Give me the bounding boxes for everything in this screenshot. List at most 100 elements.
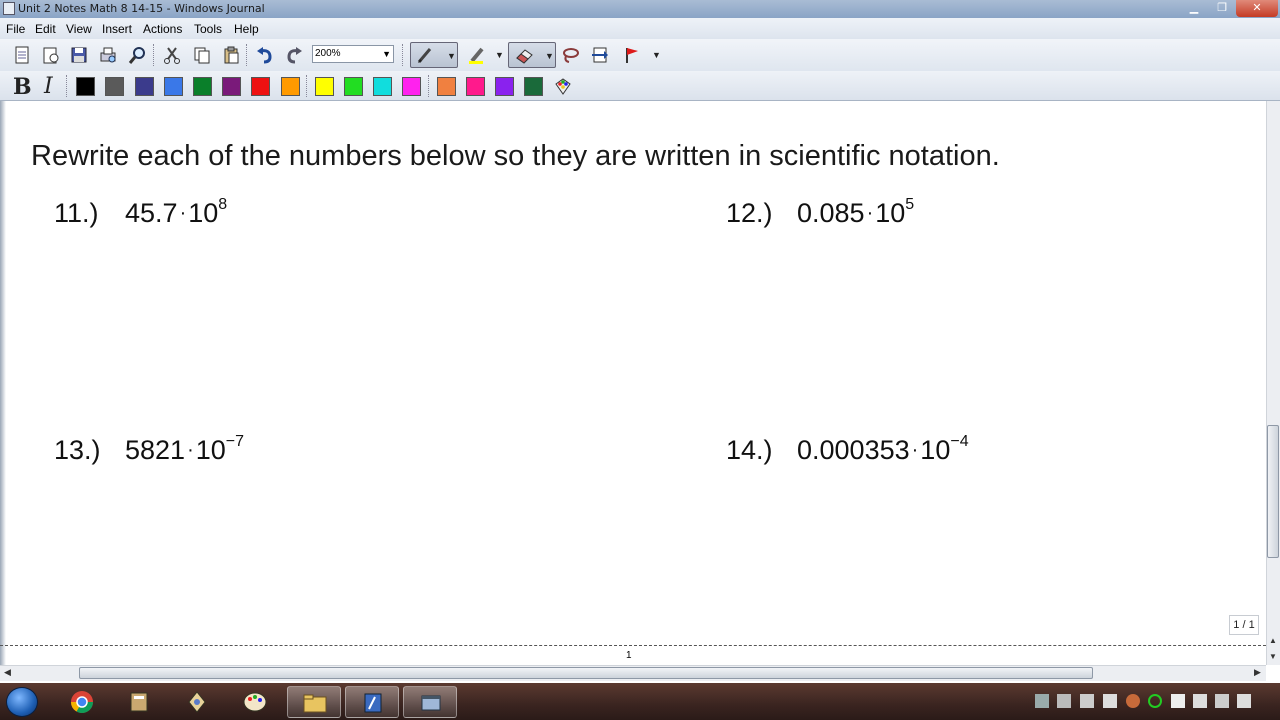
color-dark-green[interactable]	[524, 77, 543, 96]
italic-button[interactable]: I	[44, 74, 53, 99]
taskbar-explorer[interactable]	[287, 686, 341, 718]
menu-bar: File Edit View Insert Actions Tools Help	[0, 18, 1280, 39]
tray-x-icon[interactable]	[1103, 694, 1117, 708]
color-light-orange[interactable]	[437, 77, 456, 96]
scroll-right-arrow[interactable]: ▶	[1254, 667, 1261, 678]
flag-button[interactable]	[620, 43, 644, 67]
start-button[interactable]	[6, 687, 38, 717]
tray-status-icon[interactable]	[1148, 694, 1162, 708]
menu-edit[interactable]: Edit	[35, 22, 56, 36]
print-icon	[100, 47, 116, 63]
color-violet[interactable]	[495, 77, 514, 96]
menu-help[interactable]: Help	[234, 22, 259, 36]
tools-app-icon	[188, 691, 206, 713]
taskbar-paint[interactable]	[228, 686, 282, 718]
redo-button[interactable]	[282, 43, 306, 67]
color-orange[interactable]	[281, 77, 300, 96]
eraser-tool-button[interactable]: ▼	[508, 42, 556, 68]
open-note-icon	[43, 47, 59, 64]
paint-palette-icon	[243, 692, 267, 712]
color-lime[interactable]	[344, 77, 363, 96]
toolbar-separator	[428, 75, 430, 97]
format-toolbar: B I	[0, 71, 1280, 101]
taskbar-app-2[interactable]	[112, 686, 166, 718]
vertical-scrollbar[interactable]	[1266, 101, 1280, 665]
scroll-up-arrow[interactable]: ▲	[1266, 634, 1280, 648]
toolbar-separator	[153, 44, 155, 66]
eraser-dropdown-arrow[interactable]: ▼	[545, 51, 554, 61]
undo-button[interactable]	[253, 43, 277, 67]
tray-network-icon[interactable]	[1035, 694, 1049, 708]
tray-signal-icon[interactable]	[1215, 694, 1229, 708]
menu-file[interactable]: File	[6, 22, 25, 36]
color-black[interactable]	[76, 77, 95, 96]
insert-space-button[interactable]	[588, 43, 612, 67]
close-button[interactable]: ✕	[1236, 0, 1278, 17]
new-note-button[interactable]	[10, 43, 34, 67]
color-pink[interactable]	[466, 77, 485, 96]
flag-dropdown-arrow[interactable]: ▼	[652, 50, 661, 60]
color-palette-button[interactable]	[551, 74, 575, 98]
highlighter-dropdown-arrow[interactable]: ▼	[495, 50, 504, 60]
vertical-scroll-thumb[interactable]	[1267, 425, 1279, 558]
minimize-button[interactable]: ▁	[1180, 0, 1208, 17]
taskbar-windows-journal[interactable]	[345, 686, 399, 718]
color-blue[interactable]	[164, 77, 183, 96]
tray-flag-icon[interactable]	[1171, 694, 1185, 708]
taskbar-chrome[interactable]	[55, 686, 109, 718]
chrome-icon	[71, 691, 93, 713]
page-counter[interactable]: 1 / 1	[1229, 615, 1259, 635]
scissors-icon	[164, 47, 180, 64]
scroll-down-arrow[interactable]: ▼	[1266, 650, 1280, 664]
new-note-icon	[15, 46, 29, 64]
color-green[interactable]	[193, 77, 212, 96]
highlighter-icon	[469, 47, 484, 64]
color-red[interactable]	[251, 77, 270, 96]
bold-button[interactable]: B	[13, 74, 32, 100]
page-left-edge	[0, 101, 6, 669]
menu-actions[interactable]: Actions	[143, 22, 182, 36]
open-note-button[interactable]	[39, 43, 63, 67]
color-gray[interactable]	[105, 77, 124, 96]
zoom-select[interactable]: 200% ▼	[312, 45, 394, 63]
color-cyan[interactable]	[373, 77, 392, 96]
menu-insert[interactable]: Insert	[102, 22, 132, 36]
color-magenta[interactable]	[402, 77, 421, 96]
tray-device-icon[interactable]	[1080, 694, 1094, 708]
print-preview-button[interactable]	[96, 43, 120, 67]
color-purple[interactable]	[222, 77, 241, 96]
taskbar-app-3[interactable]	[170, 686, 224, 718]
undo-icon	[257, 47, 272, 64]
find-button[interactable]	[126, 43, 150, 67]
taskbar-app-7[interactable]	[403, 686, 457, 718]
paste-button[interactable]	[219, 43, 243, 67]
page-number: 1	[626, 650, 632, 661]
tray-battery-icon[interactable]	[1193, 694, 1207, 708]
problem-13: 13.) 5821·10−7	[54, 433, 245, 465]
color-yellow[interactable]	[315, 77, 334, 96]
tray-app-icon[interactable]	[1126, 694, 1140, 708]
save-button[interactable]	[67, 43, 91, 67]
maximize-button[interactable]: ❐	[1208, 0, 1236, 17]
pen-tool-button[interactable]: ▼	[410, 42, 458, 68]
paste-icon	[224, 46, 239, 64]
insert-space-icon	[592, 47, 608, 63]
tray-display-icon[interactable]	[1057, 694, 1071, 708]
menu-tools[interactable]: Tools	[194, 22, 222, 36]
journal-icon	[364, 693, 382, 713]
menu-view[interactable]: View	[66, 22, 92, 36]
copy-button[interactable]	[190, 43, 214, 67]
magnifier-icon	[128, 47, 145, 64]
folder-icon	[303, 694, 327, 713]
color-navy[interactable]	[135, 77, 154, 96]
horizontal-scroll-thumb[interactable]	[79, 667, 1093, 679]
problem-12: 12.) 0.085·105	[726, 196, 915, 228]
pen-dropdown-arrow[interactable]: ▼	[447, 51, 456, 61]
note-page[interactable]: Rewrite each of the numbers below so the…	[0, 101, 1266, 645]
tray-volume-icon[interactable]	[1237, 694, 1251, 708]
lasso-select-button[interactable]	[559, 43, 583, 67]
highlighter-button[interactable]	[465, 43, 489, 67]
cut-button[interactable]	[160, 43, 184, 67]
scroll-left-arrow[interactable]: ◀	[4, 667, 11, 678]
journal-app-icon[interactable]	[3, 2, 15, 15]
